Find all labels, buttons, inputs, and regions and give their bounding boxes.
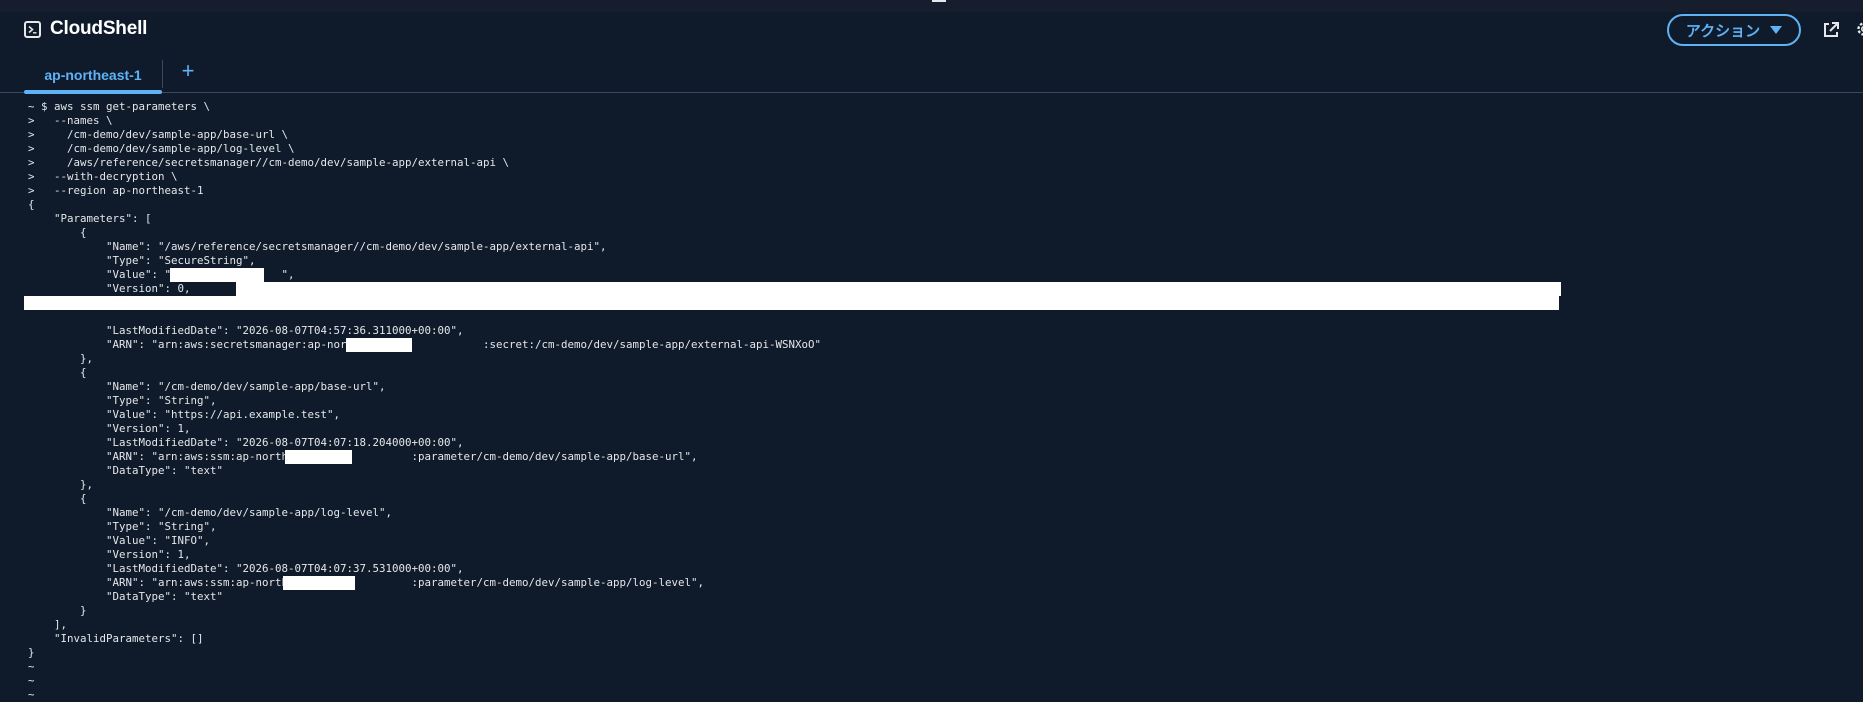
terminal-line: "Name": "/cm-demo/dev/sample-app/log-lev… — [28, 506, 393, 519]
terminal-line: "Value": "INFO", — [28, 534, 211, 547]
gear-icon[interactable] — [1855, 20, 1863, 38]
terminal-line: "ARN": "arn:aws:ssm:ap-northeast-1: :par… — [28, 576, 705, 589]
terminal-line: "Type": "SecureString", — [28, 254, 256, 267]
terminal-line: "Name": "/cm-demo/dev/sample-app/base-ur… — [28, 380, 386, 393]
tab-divider — [162, 60, 163, 88]
terminal-line: } — [28, 604, 87, 617]
terminal-line: ~ — [28, 674, 35, 687]
terminal-line: "Version": 1, — [28, 422, 191, 435]
terminal-line: > --with-decryption \ — [28, 170, 178, 183]
terminal-line: } — [28, 646, 35, 659]
tab-label: ap-northeast-1 — [44, 66, 142, 83]
terminal-line: }, — [28, 478, 94, 491]
redacted-source-result-mask-2 — [24, 296, 1559, 310]
terminal-line: ], — [28, 618, 68, 631]
terminal-line: "Parameters": [ — [28, 212, 152, 225]
terminal-line: "DataType": "text" — [28, 464, 224, 477]
caret-down-icon — [1770, 26, 1783, 34]
terminal-line: { — [28, 366, 87, 379]
cloudshell-window: CloudShell アクション ap-northeast-1 + ~ $ aw… — [0, 0, 1863, 702]
terminal-line: "InvalidParameters": [] — [28, 632, 204, 645]
terminal-line: "DataType": "text" — [28, 590, 224, 603]
terminal-line: ~ — [28, 660, 35, 673]
terminal-line: "Version": 0, — [28, 282, 191, 295]
terminal-line: "Name": "/aws/reference/secretsmanager//… — [28, 240, 607, 253]
terminal-line: "Value": "https://api.example.test", — [28, 408, 341, 421]
actions-label: アクション — [1685, 22, 1761, 40]
terminal-line: "Version": 1, — [28, 548, 191, 561]
terminal-line: > --region ap-northeast-1 — [28, 184, 204, 197]
redacted-value-mask — [170, 268, 264, 282]
terminal-output[interactable]: ~ $ aws ssm get-parameters \ > --names \ >… — [24, 100, 1863, 702]
terminal-line: { — [28, 198, 35, 211]
tab-bar: ap-northeast-1 + — [0, 56, 1863, 94]
app-title: CloudShell — [50, 18, 148, 39]
external-link-icon[interactable] — [1822, 21, 1840, 39]
terminal-icon — [24, 21, 41, 38]
terminal-line: > /cm-demo/dev/sample-app/log-level \ — [28, 142, 295, 155]
plus-icon[interactable]: + — [178, 60, 198, 84]
terminal-line: "ARN": "arn:aws:ssm:ap-northeast-1: :par… — [28, 450, 698, 463]
terminal-line: "LastModifiedDate": "2026-08-07T04:57:36… — [28, 324, 464, 337]
redacted-account-id-mask — [346, 338, 412, 352]
redacted-source-result-mask — [236, 282, 1561, 296]
terminal-line: "ARN": "arn:aws:secretsmanager:ap-northe… — [28, 338, 822, 351]
terminal-line: "LastModifiedDate": "2026-08-07T04:07:18… — [28, 436, 464, 449]
terminal-line: ~ $ aws ssm get-parameters \ — [28, 100, 211, 113]
terminal-line: "LastModifiedDate": "2026-08-07T04:07:37… — [28, 562, 464, 575]
terminal-line: { — [28, 492, 87, 505]
terminal-line: "Type": "String", — [28, 394, 217, 407]
top-marker — [932, 0, 946, 2]
terminal-line: > /aws/reference/secretsmanager//cm-demo… — [28, 156, 510, 169]
tab-ap-northeast-1[interactable]: ap-northeast-1 — [24, 56, 162, 94]
actions-button[interactable]: アクション — [1667, 14, 1801, 46]
redacted-account-id-mask — [285, 450, 352, 464]
terminal-line: > /cm-demo/dev/sample-app/base-url \ — [28, 128, 289, 141]
terminal-line: }, — [28, 352, 94, 365]
terminal-line: "Type": "String", — [28, 520, 217, 533]
terminal-line: { — [28, 226, 87, 239]
terminal-line: > --names \ — [28, 114, 113, 127]
terminal-line: ~ — [28, 688, 35, 701]
redacted-account-id-mask — [283, 576, 355, 590]
header: CloudShell アクション — [0, 12, 1863, 48]
